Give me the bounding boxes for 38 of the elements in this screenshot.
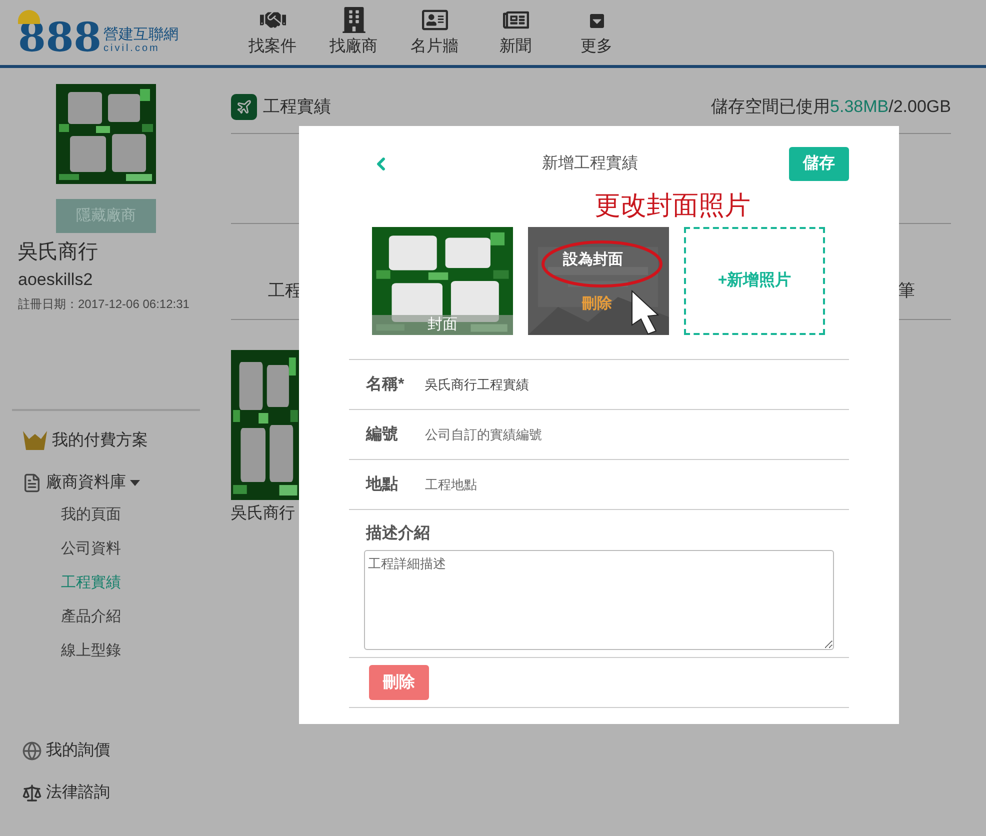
cover-label: 封面	[372, 315, 513, 335]
nav-item[interactable]: 找廠商	[313, 6, 394, 58]
company-name: 吳氏商行	[18, 240, 99, 265]
annotation-text: 更改封面照片	[594, 191, 750, 221]
crown-icon	[22, 430, 48, 452]
title-icon	[231, 94, 257, 120]
menu-item[interactable]: 法律諮詢	[22, 780, 110, 804]
menu-item[interactable]: 我的付費方案	[22, 428, 148, 452]
storage-usage: 儲存空間已使用5.38MB/2.00GB	[711, 96, 951, 118]
account-name: aoeskills2	[18, 269, 94, 291]
nav-item[interactable]: 名片牆	[394, 6, 475, 58]
submenu-item[interactable]: 產品介紹	[61, 600, 211, 634]
description-field[interactable]: 工程詳細描述	[364, 550, 834, 650]
project-caption: 吳氏商行	[231, 504, 296, 524]
registration-date: 註冊日期：2017-12-06 06:12:31	[18, 296, 190, 312]
dialog-title: 新增工程實績	[541, 154, 639, 174]
field-label: 描述介紹	[366, 524, 431, 544]
document-icon	[22, 472, 42, 492]
nav-item[interactable]: 更多	[556, 6, 637, 58]
building-icon	[340, 6, 366, 32]
menu-item[interactable]: 我的詢價	[22, 738, 110, 762]
table-header: 筆	[898, 280, 915, 302]
text-field[interactable]: 吳氏商行工程實績	[425, 374, 832, 394]
section-title: 工程實績	[263, 96, 331, 118]
submenu-item[interactable]: 線上型錄	[61, 634, 211, 668]
submenu-item[interactable]: 公司資料	[61, 532, 211, 566]
dropdown-icon	[588, 12, 604, 28]
text-field[interactable]: 工程地點	[425, 474, 832, 494]
field-label: 名稱*	[366, 374, 406, 394]
submenu-item[interactable]: 我的頁面	[61, 498, 211, 532]
nav-item[interactable]: 找案件	[232, 6, 313, 58]
scale-icon	[22, 782, 42, 802]
nav-item[interactable]: 新聞	[475, 6, 556, 58]
text-field[interactable]: 公司自訂的實績編號	[425, 424, 832, 444]
field-label: 地點	[366, 474, 399, 494]
menu-item[interactable]: 廠商資料庫	[22, 470, 140, 494]
field-label: 編號	[366, 424, 399, 444]
globe-icon	[22, 740, 42, 760]
